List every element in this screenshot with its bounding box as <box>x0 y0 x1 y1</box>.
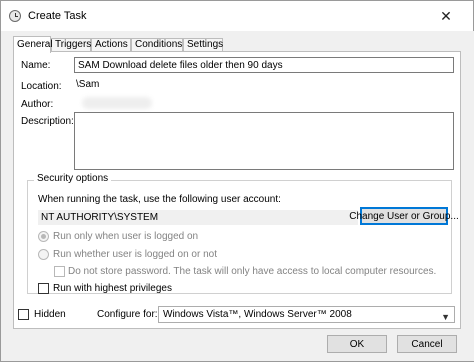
no-store-password-checkbox[interactable] <box>54 266 65 277</box>
name-input[interactable] <box>74 57 454 73</box>
change-user-button[interactable]: Change User or Group... <box>349 207 459 225</box>
security-options-legend: Security options <box>34 173 112 184</box>
account-prompt: When running the task, use the following… <box>38 194 281 205</box>
title-bar: Create Task ✕ <box>1 1 473 31</box>
configure-for-dropdown[interactable]: Windows Vista™, Windows Server™ 2008 ▼ <box>158 306 455 323</box>
tab-settings[interactable]: Settings <box>183 38 223 52</box>
general-panel: Name: Location: \Sam Author: Description… <box>13 51 461 329</box>
description-label: Description: <box>21 116 74 127</box>
location-label: Location: <box>21 81 62 92</box>
background-window-strip <box>463 31 474 361</box>
tab-general[interactable]: General <box>13 36 53 53</box>
radio-logged-on-label: Run only when user is logged on <box>53 231 199 242</box>
highest-privileges-checkbox[interactable] <box>38 283 49 294</box>
hidden-checkbox[interactable] <box>18 309 29 320</box>
task-clock-icon <box>9 10 21 22</box>
close-icon[interactable]: ✕ <box>419 1 473 31</box>
radio-logged-on[interactable] <box>38 231 49 242</box>
window-title: Create Task <box>28 10 87 22</box>
author-redacted <box>82 97 152 109</box>
tab-actions[interactable]: Actions <box>91 38 131 52</box>
ok-button[interactable]: OK <box>327 335 387 353</box>
user-account-value: NT AUTHORITY\SYSTEM <box>38 210 358 225</box>
location-value: \Sam <box>76 79 100 90</box>
radio-whether-logged-on-label: Run whether user is logged on or not <box>53 249 217 260</box>
security-options-group: Security options When running the task, … <box>27 173 459 294</box>
create-task-dialog: Create Task ✕ General Triggers Actions C… <box>0 0 474 362</box>
configure-for-value: Windows Vista™, Windows Server™ 2008 <box>163 309 352 320</box>
chevron-down-icon: ▼ <box>441 312 450 322</box>
cancel-button[interactable]: Cancel <box>397 335 457 353</box>
no-store-password-label: Do not store password. The task will onl… <box>68 266 437 277</box>
configure-for-label: Configure for: <box>97 309 158 320</box>
description-textarea[interactable] <box>74 112 454 170</box>
hidden-label: Hidden <box>34 309 66 320</box>
radio-whether-logged-on[interactable] <box>38 249 49 260</box>
author-label: Author: <box>21 99 54 110</box>
tab-conditions[interactable]: Conditions <box>131 38 183 52</box>
tab-triggers[interactable]: Triggers <box>51 38 91 52</box>
name-label: Name: <box>21 60 51 71</box>
highest-privileges-label: Run with highest privileges <box>53 283 172 294</box>
